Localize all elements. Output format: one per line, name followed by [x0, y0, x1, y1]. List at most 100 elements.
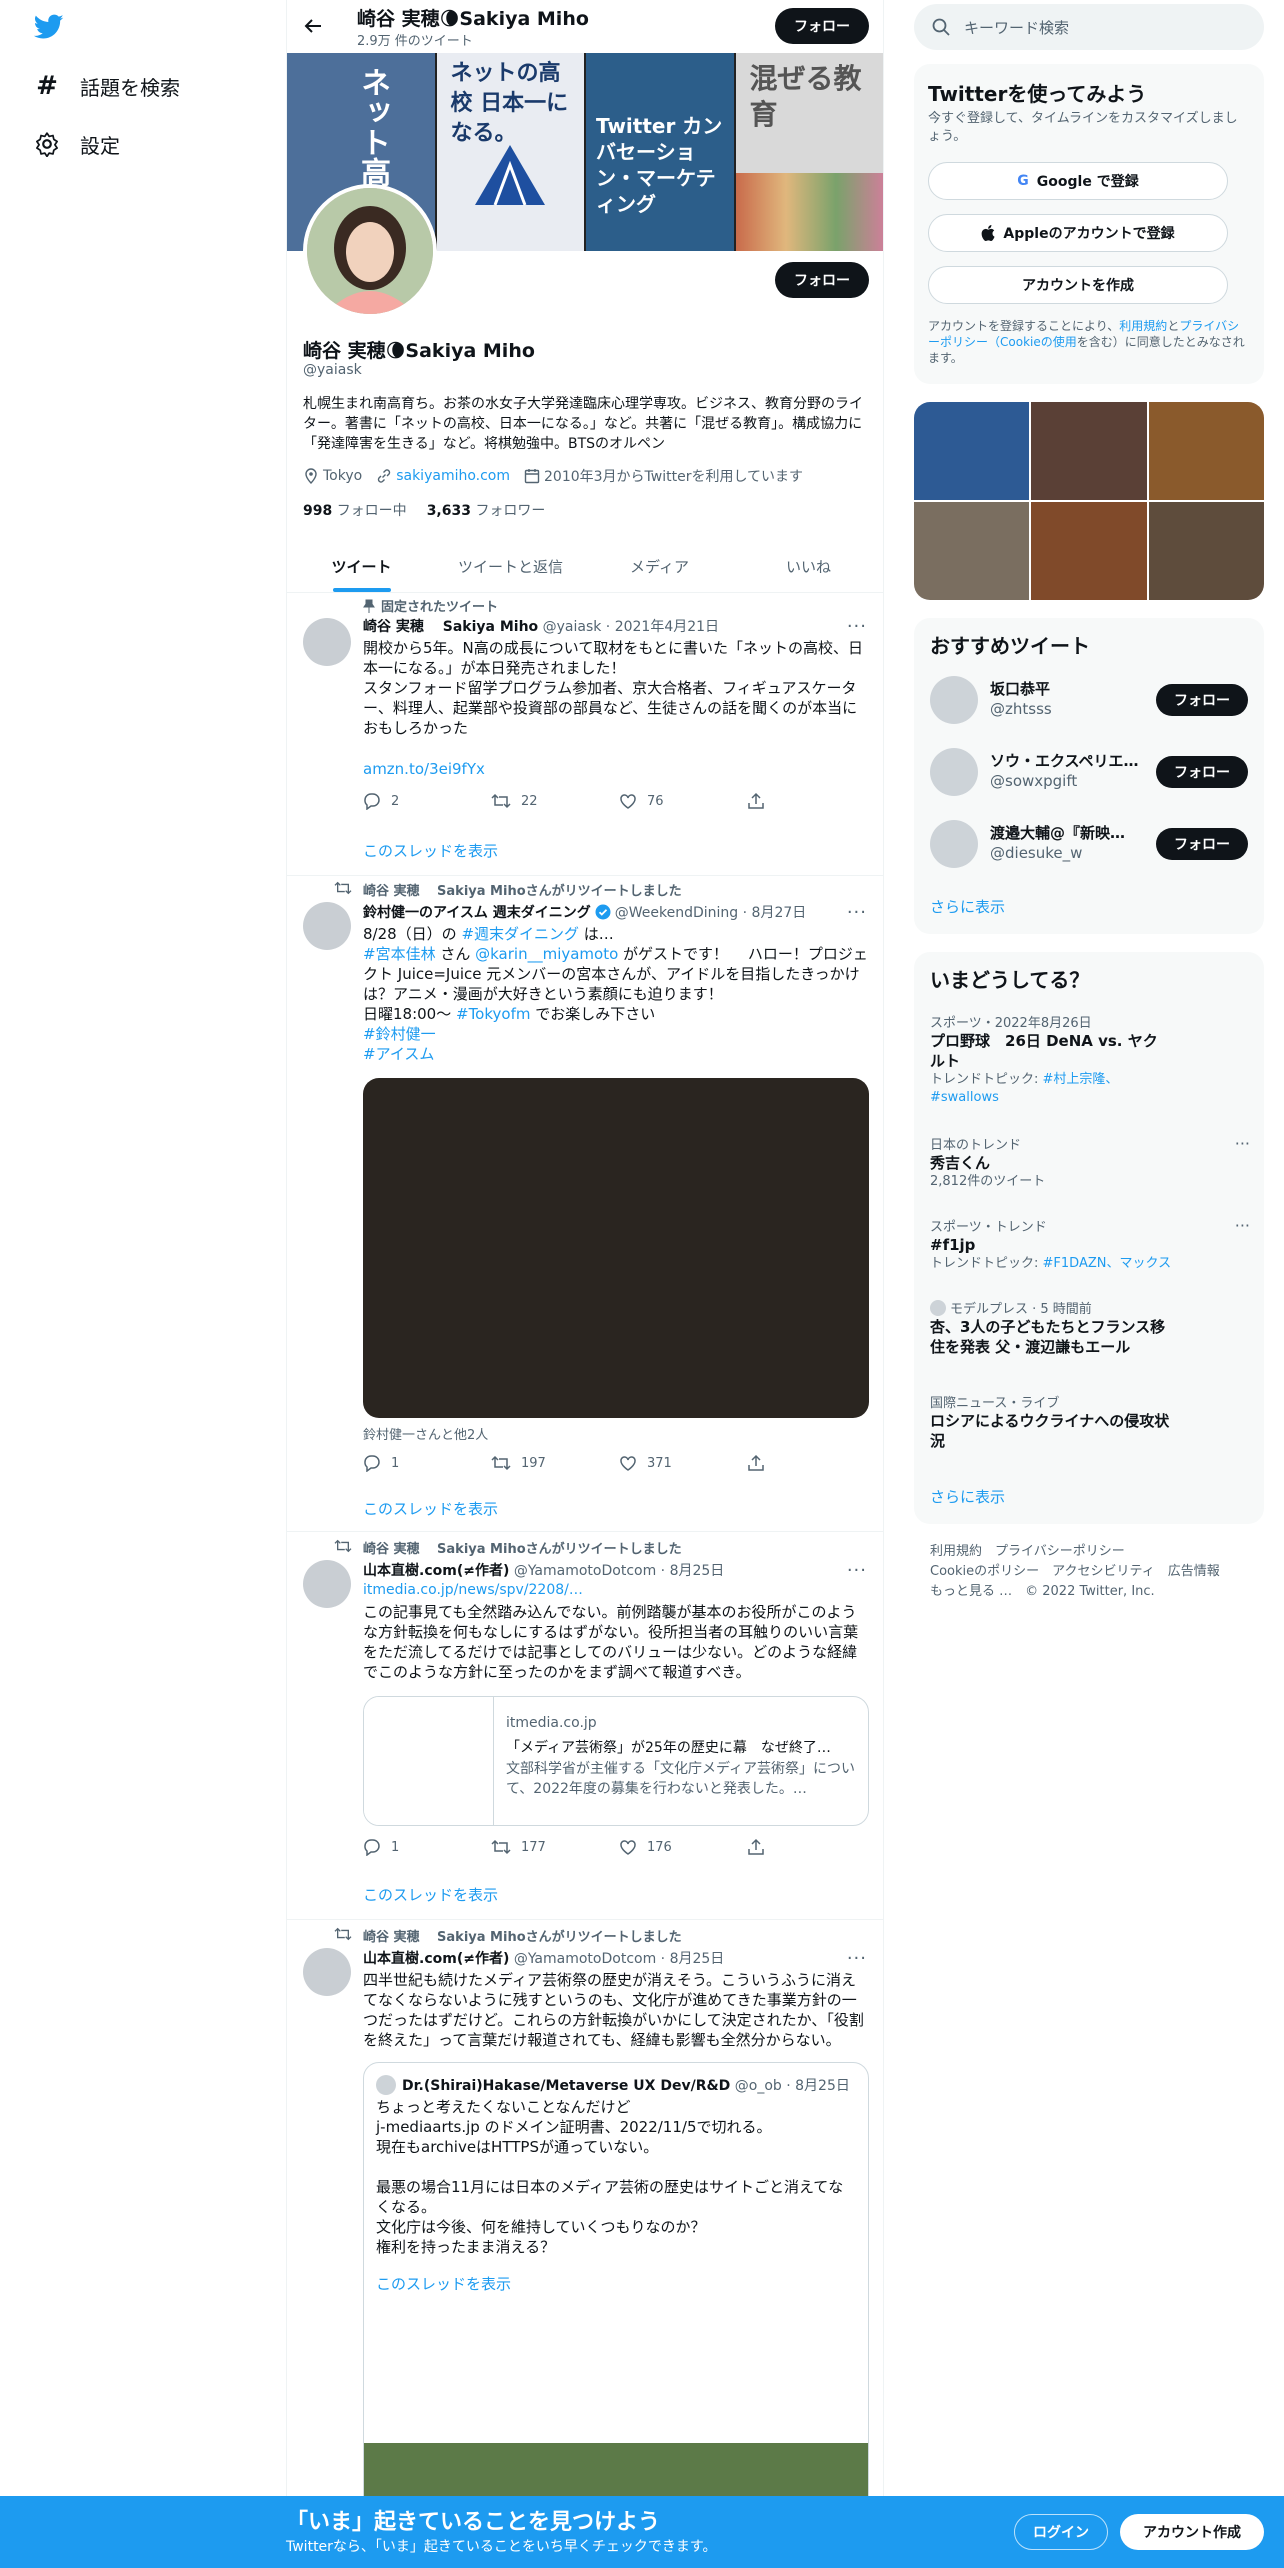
recommended-more-link[interactable]: さらに表示 — [930, 896, 1005, 917]
link-card[interactable]: itmedia.co.jp 「メディア芸術祭」が25年の歴史に幕 なぜ終了… 文… — [363, 1696, 869, 1826]
show-thread-link[interactable]: このスレッドを表示 — [363, 1884, 498, 1905]
quote-show-thread-link[interactable]: このスレッドを表示 — [376, 2273, 511, 2294]
footer-links-1[interactable]: 利用規約 プライバシーポリシー — [930, 1542, 1220, 1562]
retweet-button[interactable]: 22 — [491, 792, 619, 810]
tab-media[interactable]: メディア — [585, 540, 734, 592]
recommended-user[interactable]: ソウ・エクスペリエンス @sowxpgift フォロー — [930, 736, 1248, 808]
header-follow-button[interactable]: フォロー — [775, 8, 869, 44]
retweet-context[interactable]: 崎谷 実穂 Sakiya Mihoさんがリツイートしました — [363, 880, 682, 899]
tweet-retweet-yamamoto-1[interactable]: 崎谷 実穂 Sakiya Mihoさんがリツイートしました 山本直樹.com(≠… — [287, 1532, 883, 1920]
tweet-media-video[interactable] — [363, 1078, 869, 1418]
media-thumb[interactable] — [1148, 502, 1264, 600]
like-button[interactable]: 76 — [619, 792, 747, 810]
like-button[interactable]: 176 — [619, 1838, 747, 1856]
show-thread-link[interactable]: このスレッドを表示 — [363, 1498, 498, 1519]
media-thumb[interactable] — [1031, 402, 1147, 500]
tweet-retweet-weekend-dining[interactable]: 崎谷 実穂 Sakiya Mihoさんがリツイートしました 鈴村健一のアイスム … — [287, 876, 883, 1532]
tweet-avatar[interactable] — [303, 1560, 351, 1608]
mention-link[interactable]: @karin__miyamoto — [475, 945, 618, 963]
quoted-tweet[interactable]: Dr.(Shirai)Hakase/Metaverse UX Dev/R&D @… — [363, 2062, 869, 2568]
hashtag-link[interactable]: #週末ダイニング — [461, 925, 579, 943]
search-input[interactable]: キーワード検索 — [914, 4, 1264, 50]
tweet-author[interactable]: 山本直樹.com(≠作者) — [363, 1951, 509, 1967]
follow-button[interactable]: フォロー — [1156, 828, 1248, 860]
trends-more-link[interactable]: さらに表示 — [930, 1486, 1005, 1507]
like-button[interactable]: 371 — [619, 1454, 747, 1472]
trend-item[interactable]: 国際ニュース・ライブ ロシアによるウクライナへの侵攻状況 — [930, 1392, 1250, 1451]
create-account-button[interactable]: アカウントを作成 — [928, 266, 1228, 304]
tweet-author[interactable]: 鈴村健一のアイスム 週末ダイニング — [363, 902, 591, 922]
reply-button[interactable]: 1 — [363, 1838, 491, 1856]
google-signup-button[interactable]: G Google で登録 — [928, 162, 1228, 200]
tweet-handle-date: @yaiask · 2021年4月21日 — [542, 619, 720, 635]
tweet-retweet-yamamoto-2[interactable]: 崎谷 実穂 Sakiya Mihoさんがリツイートしました 山本直樹.com(≠… — [287, 1920, 883, 2568]
trend-item[interactable]: モデルプレス · 5 時間前 杏、3人の子どもたちとフランス移住を発表 父・渡辺… — [930, 1298, 1250, 1357]
tweet-author[interactable]: 山本直樹.com(≠作者) — [363, 1563, 509, 1579]
trend-item[interactable]: スポーツ・2022年8月26日 プロ野球 26日 DeNA vs. ヤクルト ト… — [930, 1012, 1250, 1107]
tweet-avatar[interactable] — [303, 1948, 351, 1996]
profile-avatar[interactable] — [303, 184, 437, 318]
share-button[interactable] — [747, 1454, 875, 1472]
follow-button[interactable]: フォロー — [1156, 756, 1248, 788]
more-icon[interactable]: ··· — [1235, 1216, 1250, 1235]
share-button[interactable] — [747, 1838, 875, 1856]
tweet-text: 8/28（日）の #週末ダイニング は… #宮本佳林 さん @karin__mi… — [363, 925, 868, 1063]
tab-likes[interactable]: いいね — [734, 540, 883, 592]
signup-button[interactable]: アカウント作成 — [1120, 2514, 1264, 2550]
back-arrow-icon[interactable] — [303, 16, 323, 36]
recommended-user[interactable]: 渡邉大輔@『新映画論』 @diesuke_w フォロー — [930, 808, 1248, 880]
retweet-context[interactable]: 崎谷 実穂 Sakiya Mihoさんがリツイートしました — [363, 1538, 682, 1557]
hashtag-link[interactable]: #鈴村健一 — [363, 1025, 436, 1043]
tweet-link[interactable]: amzn.to/3ei9fYx — [363, 760, 485, 778]
media-thumb[interactable] — [1148, 402, 1264, 500]
tab-tweets[interactable]: ツイート — [287, 540, 436, 592]
hashtag-link[interactable]: #Tokyofm — [456, 1005, 530, 1023]
more-icon[interactable]: ··· — [847, 616, 867, 637]
tweet-pinned[interactable]: 固定されたツイート 崎谷 実穂 Sakiya Miho @yaiask · 20… — [287, 594, 883, 876]
footer-links-2[interactable]: Cookieのポリシー アクセシビリティ 広告情報 — [930, 1562, 1220, 1582]
share-button[interactable] — [747, 792, 875, 810]
trend-item[interactable]: 日本のトレンド 秀吉くん 2,812件のツイート ··· — [930, 1134, 1250, 1191]
hashtag-link[interactable]: #宮本佳林 — [363, 945, 436, 963]
profile-header: 崎谷 実穂🌘Sakiya Miho 2.9万 件のツイート フォロー — [287, 0, 883, 52]
more-icon[interactable]: ··· — [847, 1948, 867, 1969]
nav-settings[interactable]: 設定 — [34, 124, 120, 164]
sidebar-footer: 利用規約 プライバシーポリシー Cookieのポリシー アクセシビリティ 広告情… — [930, 1542, 1220, 1602]
profile-follow-button[interactable]: フォロー — [775, 262, 869, 298]
login-button[interactable]: ログイン — [1014, 2514, 1108, 2550]
verified-badge-icon — [595, 904, 611, 920]
followers-link[interactable]: 3,633 フォロワー — [427, 500, 546, 520]
more-icon[interactable]: ··· — [1235, 1134, 1250, 1153]
tweet-avatar[interactable] — [303, 902, 351, 950]
profile-website[interactable]: sakiyamiho.com — [396, 468, 510, 484]
retweet-context[interactable]: 崎谷 実穂 Sakiya Mihoさんがリツイートしました — [363, 1926, 682, 1945]
nav-explore[interactable]: # 話題を検索 — [34, 66, 180, 106]
tweet-link[interactable]: itmedia.co.jp/news/spv/2208/… — [363, 1582, 583, 1598]
follow-button[interactable]: フォロー — [1156, 684, 1248, 716]
tweet-avatar[interactable] — [303, 618, 351, 666]
apple-icon — [981, 225, 995, 241]
trend-item[interactable]: スポーツ・トレンド #f1jp トレンドトピック: #F1DAZN、マックス ·… — [930, 1216, 1250, 1273]
twitter-logo-icon[interactable] — [34, 14, 64, 40]
recommended-user[interactable]: 坂口恭平 @zhtsss フォロー — [930, 664, 1248, 736]
media-thumb[interactable] — [914, 502, 1030, 600]
retweet-button[interactable]: 197 — [491, 1454, 619, 1472]
gear-icon — [34, 131, 60, 157]
reply-button[interactable]: 1 — [363, 1454, 491, 1472]
terms-link[interactable]: 利用規約 — [1119, 319, 1167, 333]
apple-signup-button[interactable]: Appleのアカウントで登録 — [928, 214, 1228, 252]
following-link[interactable]: 998 フォロー中 — [303, 500, 407, 520]
media-tag-caption[interactable]: 鈴村健一さんと他2人 — [363, 1424, 488, 1443]
footer-links-3[interactable]: もっと見る … © 2022 Twitter, Inc. — [930, 1582, 1220, 1602]
media-thumb[interactable] — [914, 402, 1030, 500]
show-thread-link[interactable]: このスレッドを表示 — [363, 840, 498, 861]
more-icon[interactable]: ··· — [847, 1560, 867, 1581]
more-icon[interactable]: ··· — [847, 902, 867, 923]
reply-button[interactable]: 2 — [363, 792, 491, 810]
hashtag-link[interactable]: #アイスム — [363, 1045, 434, 1063]
tab-tweets-replies[interactable]: ツイートと返信 — [436, 540, 585, 592]
media-thumb[interactable] — [1031, 502, 1147, 600]
tweet-author[interactable]: 崎谷 実穂 Sakiya Miho — [363, 619, 538, 635]
banner-book-4: 混ぜる教育 — [735, 53, 883, 251]
retweet-button[interactable]: 177 — [491, 1838, 619, 1856]
